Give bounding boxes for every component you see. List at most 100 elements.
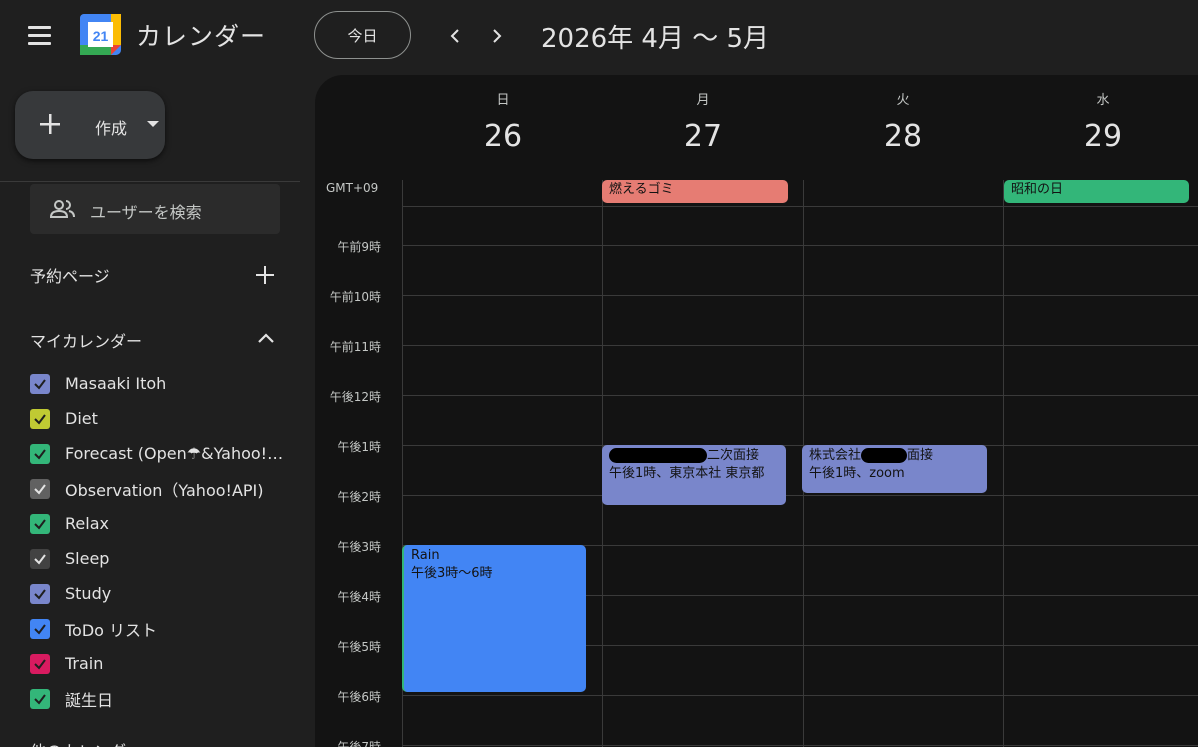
calendar-item[interactable]: Sleep bbox=[30, 541, 300, 576]
calendar-checkbox[interactable] bbox=[30, 548, 50, 569]
other-calendars-header[interactable]: 他のカレンダー bbox=[30, 738, 142, 747]
day-of-week: 水 bbox=[1096, 93, 1110, 108]
event-time-location: 午後1時、zoom bbox=[809, 466, 905, 481]
time-label: 午後7時 bbox=[337, 740, 381, 747]
calendar-label: Observation（Yahoo!API) bbox=[65, 480, 264, 500]
calendar-item[interactable]: Forecast (Open☂&Yahoo!API) bbox=[30, 436, 300, 471]
calendar-item[interactable]: Study bbox=[30, 576, 300, 611]
chevron-left-icon bbox=[450, 29, 459, 43]
calendar-checkbox[interactable] bbox=[30, 513, 50, 534]
event-title: 昭和の日 bbox=[1011, 182, 1064, 197]
create-button[interactable]: 作成 bbox=[15, 91, 165, 159]
check-icon bbox=[34, 483, 46, 495]
calendar-item[interactable]: Relax bbox=[30, 506, 300, 541]
redacted-text bbox=[609, 448, 707, 463]
calendar-label: Forecast (Open☂&Yahoo!API) bbox=[65, 444, 285, 463]
time-label: 午前9時 bbox=[337, 240, 381, 254]
event-title: 燃えるゴミ bbox=[609, 182, 674, 197]
event-garbage[interactable]: 燃えるゴミ bbox=[602, 180, 788, 203]
timezone-label: GMT+09 bbox=[326, 181, 379, 195]
calendar-item[interactable]: ToDo リスト bbox=[30, 611, 300, 646]
calendar-item[interactable]: 誕生日 bbox=[30, 681, 300, 716]
check-icon bbox=[34, 658, 46, 670]
event-rain[interactable]: Rain 午後3時〜6時 bbox=[402, 545, 586, 692]
calendar-checkbox[interactable] bbox=[30, 373, 50, 394]
calendar-checkbox[interactable] bbox=[30, 408, 50, 429]
event-title-suffix: 面接 bbox=[907, 448, 934, 463]
day-header[interactable]: 月 27 bbox=[603, 75, 803, 175]
time-label: 午前10時 bbox=[329, 290, 381, 304]
check-icon bbox=[34, 588, 46, 600]
hour-line bbox=[402, 745, 1198, 746]
check-icon bbox=[34, 553, 46, 565]
calendar-checkbox[interactable] bbox=[30, 478, 50, 499]
day-header[interactable]: 日 26 bbox=[403, 75, 603, 175]
week-grid: 日 26 月 27 火 28 水 29 GMT+09 午前9時 午前10時 午前… bbox=[315, 75, 1198, 747]
calendar-checkbox[interactable] bbox=[30, 688, 50, 709]
main-menu-icon[interactable] bbox=[24, 22, 56, 50]
time-label: 午後1時 bbox=[337, 440, 381, 454]
all-day-divider bbox=[402, 206, 1198, 207]
time-label: 午後2時 bbox=[337, 490, 381, 504]
calendar-checkbox[interactable] bbox=[30, 443, 50, 464]
event-time: 午後3時〜6時 bbox=[411, 566, 493, 581]
event-title-prefix: 株式会社 bbox=[809, 448, 862, 463]
people-icon bbox=[50, 200, 75, 218]
logo-day-text: 21 bbox=[93, 28, 109, 44]
chevron-right-icon bbox=[493, 29, 502, 43]
search-users-field[interactable]: ユーザーを検索 bbox=[30, 184, 280, 234]
add-booking-page-icon[interactable] bbox=[253, 263, 277, 287]
day-header[interactable]: 水 29 bbox=[1003, 75, 1198, 175]
hour-line bbox=[402, 245, 1198, 246]
check-icon bbox=[34, 413, 46, 425]
calendar-checkbox[interactable] bbox=[30, 618, 50, 639]
calendar-item[interactable]: Train bbox=[30, 646, 300, 681]
day-of-week: 火 bbox=[896, 93, 910, 108]
calendar-item[interactable]: Observation（Yahoo!API) bbox=[30, 471, 300, 506]
calendar-label: Relax bbox=[65, 514, 109, 533]
day-of-week: 月 bbox=[696, 93, 710, 108]
event-interview-2[interactable]: 株式会社 面接 午後1時、zoom bbox=[802, 445, 987, 493]
date-range-title: 2026年 4月 〜 5月 bbox=[541, 24, 770, 54]
column-divider bbox=[1003, 180, 1004, 747]
day-number[interactable]: 26 bbox=[403, 119, 603, 154]
day-number[interactable]: 29 bbox=[1003, 119, 1198, 154]
calendar-label: Masaaki Itoh bbox=[65, 374, 167, 393]
check-icon bbox=[34, 693, 46, 705]
my-calendars-header[interactable]: マイカレンダー bbox=[30, 328, 142, 352]
event-holiday[interactable]: 昭和の日 bbox=[1004, 180, 1189, 203]
day-number[interactable]: 27 bbox=[603, 119, 803, 154]
hour-line bbox=[402, 695, 1198, 696]
calendar-item[interactable]: Masaaki Itoh bbox=[30, 366, 300, 401]
prev-period-button[interactable] bbox=[440, 20, 472, 52]
event-title: Rain bbox=[411, 548, 440, 563]
time-label: 午後4時 bbox=[337, 590, 381, 604]
plus-icon bbox=[40, 114, 60, 134]
day-header[interactable]: 火 28 bbox=[803, 75, 1003, 175]
app-title: カレンダー bbox=[136, 22, 267, 51]
check-icon bbox=[34, 448, 46, 460]
create-button-label: 作成 bbox=[95, 119, 128, 138]
time-label: 午後5時 bbox=[337, 640, 381, 654]
event-time-location: 午後1時、東京本社 東京都 bbox=[609, 466, 765, 481]
hour-line bbox=[402, 495, 1198, 496]
event-title-suffix: 二次面接 bbox=[707, 448, 760, 463]
time-label: 午後6時 bbox=[337, 690, 381, 704]
calendar-checkbox[interactable] bbox=[30, 583, 50, 604]
event-title: 二次面接 bbox=[609, 447, 779, 465]
event-interview-1[interactable]: 二次面接 午後1時、東京本社 東京都 bbox=[602, 445, 786, 505]
time-label: 午前11時 bbox=[329, 340, 381, 354]
next-period-button[interactable] bbox=[480, 20, 512, 52]
calendar-logo-icon: 21 bbox=[80, 14, 121, 55]
check-icon bbox=[34, 378, 46, 390]
calendar-checkbox[interactable] bbox=[30, 653, 50, 674]
chevron-up-icon[interactable] bbox=[256, 330, 276, 346]
event-title: 株式会社 面接 bbox=[809, 447, 980, 465]
sidebar-divider bbox=[0, 181, 300, 182]
today-button[interactable]: 今日 bbox=[314, 11, 411, 59]
time-label: 午後3時 bbox=[337, 540, 381, 554]
calendar-item[interactable]: Diet bbox=[30, 401, 300, 436]
calendar-label: Train bbox=[65, 654, 104, 673]
search-users-label: ユーザーを検索 bbox=[90, 203, 202, 222]
day-number[interactable]: 28 bbox=[803, 119, 1003, 154]
